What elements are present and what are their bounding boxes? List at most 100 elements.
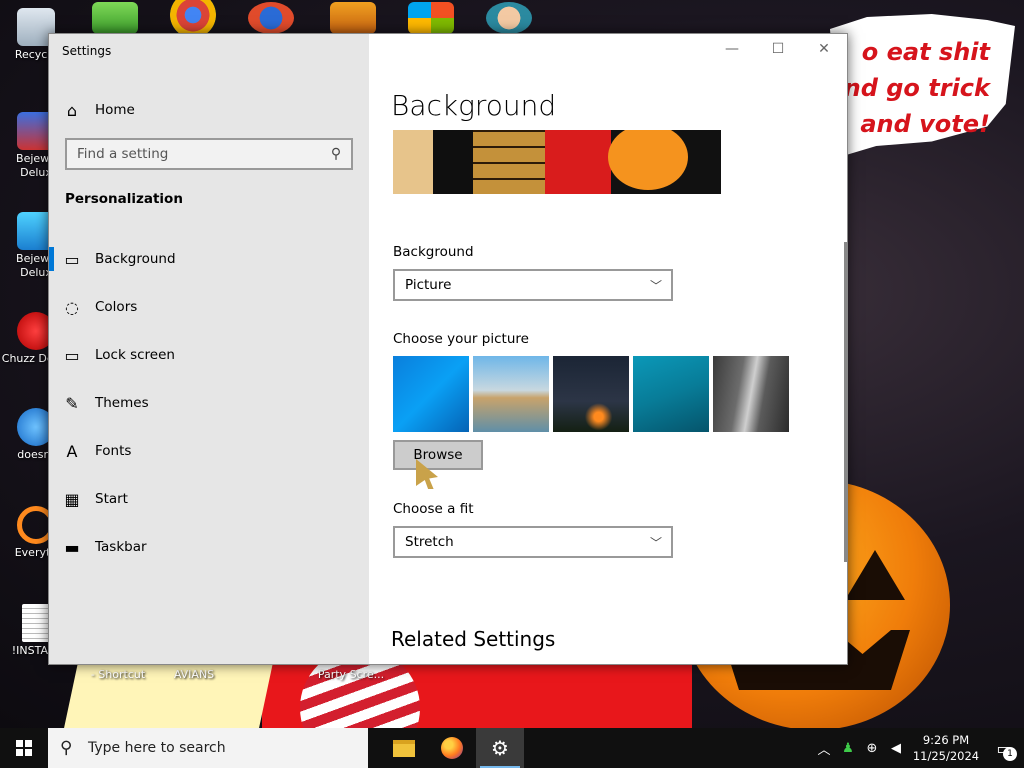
maximize-button[interactable]: ☐ [755, 34, 801, 64]
background-label: Background [393, 244, 474, 260]
nav-home[interactable]: ⌂ Home [49, 92, 369, 128]
sidebar-item-label: Taskbar [95, 539, 147, 555]
palette-icon: ◌ [65, 297, 79, 317]
taskbar-search[interactable]: ⚲ Type here to search [48, 728, 368, 768]
sidebar-item-lock-screen[interactable]: ▭ Lock screen [49, 335, 369, 375]
taskbar: ⚲ Type here to search ⚙ ︿ ♟ ⊕ ◀ 9:26 PM … [0, 728, 1024, 768]
picture-thumbnail[interactable] [553, 356, 629, 432]
preview-pumpkin [608, 130, 688, 190]
settings-content: — ☐ ✕ Background Background Picture ﹀ Ch… [369, 34, 847, 664]
app-icon[interactable] [330, 2, 376, 34]
desktop-icon-label: AVIANS [173, 668, 215, 681]
background-preview [393, 130, 721, 194]
sidebar-item-colors[interactable]: ◌ Colors [49, 287, 369, 327]
volume-icon[interactable]: ◀ [884, 741, 908, 756]
clock-date: 11/25/2024 [912, 749, 980, 763]
desktop-icon-party[interactable]: Party Scre... [312, 668, 390, 682]
page-title: Background [391, 89, 557, 122]
windows-logo-icon [16, 740, 32, 756]
speech-line: and vote! [860, 110, 990, 138]
pumpkin-eye [845, 550, 905, 600]
preview-segment [545, 130, 611, 194]
picture-thumbnail[interactable] [633, 356, 709, 432]
search-icon: ⚲ [330, 146, 342, 162]
chevron-up-icon[interactable]: ︿ [812, 739, 836, 758]
selection-accent [49, 247, 54, 271]
clock-time: 9:26 PM [922, 733, 970, 747]
find-setting-search[interactable]: Find a setting ⚲ [65, 138, 353, 170]
sidebar-item-label: Themes [95, 395, 149, 411]
start-grid-icon: ▦ [64, 489, 80, 509]
notification-center-button[interactable]: ▭ 1 [984, 728, 1024, 768]
avatar-app-icon[interactable] [486, 2, 532, 34]
app-icon[interactable] [248, 2, 294, 34]
sidebar-item-label: Lock screen [95, 347, 175, 363]
start-button[interactable] [0, 728, 48, 768]
content-scrollbar[interactable] [844, 242, 847, 562]
gear-icon: ⚙ [491, 736, 509, 760]
section-title: Personalization [65, 191, 183, 207]
taskbar-search-input[interactable]: Type here to search [88, 740, 226, 756]
lock-screen-icon: ▭ [64, 345, 80, 365]
minimize-button[interactable]: — [709, 34, 755, 64]
background-picture-icon: ▭ [64, 249, 80, 269]
picture-thumbnails [393, 356, 789, 432]
sidebar-item-label: Background [95, 251, 176, 267]
sidebar-item-start[interactable]: ▦ Start [49, 479, 369, 519]
sidebar-item-background[interactable]: ▭ Background [49, 239, 369, 279]
search-input[interactable]: Find a setting [77, 146, 321, 162]
people-tray-icon[interactable]: ♟ [836, 741, 860, 756]
picture-thumbnail[interactable] [473, 356, 549, 432]
window-controls: — ☐ ✕ [709, 34, 847, 64]
background-dropdown[interactable]: Picture ﹀ [393, 269, 673, 301]
settings-sidebar: Settings ⌂ Home Find a setting ⚲ Persona… [49, 34, 369, 664]
taskbar-firefox[interactable] [428, 728, 476, 768]
sidebar-item-label: Colors [95, 299, 138, 315]
text-file-icon [22, 604, 50, 642]
chevron-down-icon: ﹀ [649, 278, 662, 293]
speech-bubble-text: o eat shit nd go trick and vote! [840, 34, 990, 142]
sidebar-item-fonts[interactable]: A Fonts [49, 431, 369, 471]
background-dropdown-value: Picture [405, 277, 452, 293]
clock[interactable]: 9:26 PM 11/25/2024 [908, 732, 984, 764]
network-globe-icon[interactable]: ⊕ [860, 741, 884, 756]
desktop-icon-shortcut[interactable]: - Shortcut [86, 668, 150, 682]
home-icon: ⌂ [66, 100, 78, 120]
related-settings-heading: Related Settings [391, 627, 556, 651]
sidebar-item-taskbar[interactable]: ▬ Taskbar [49, 527, 369, 567]
picture-thumbnail[interactable] [713, 356, 789, 432]
preview-segment [473, 130, 545, 194]
office-icon[interactable] [408, 2, 454, 34]
browse-button[interactable]: Browse [393, 440, 483, 470]
desktop-icon-avians[interactable]: AVIANS [160, 668, 228, 682]
close-button[interactable]: ✕ [801, 34, 847, 64]
settings-window: Settings ⌂ Home Find a setting ⚲ Persona… [48, 33, 848, 665]
folder-icon [393, 739, 415, 757]
fonts-icon: A [66, 441, 78, 461]
taskbar-settings[interactable]: ⚙ [476, 728, 524, 768]
sidebar-item-label: Fonts [95, 443, 132, 459]
speech-line: o eat shit [861, 38, 990, 66]
firefox-icon [441, 737, 463, 759]
fit-dropdown-value: Stretch [405, 534, 454, 550]
window-title: Settings [62, 44, 112, 58]
search-icon: ⚲ [60, 738, 73, 758]
themes-brush-icon: ✎ [65, 393, 79, 413]
preview-segment [393, 130, 433, 194]
sidebar-item-label: Start [95, 491, 128, 507]
chevron-down-icon: ﹀ [649, 535, 662, 550]
taskbar-file-explorer[interactable] [380, 728, 428, 768]
system-tray: ︿ ♟ ⊕ ◀ 9:26 PM 11/25/2024 ▭ 1 [812, 728, 1024, 768]
notification-count-badge: 1 [1003, 747, 1017, 761]
speech-line: nd go trick [843, 74, 990, 102]
nav-home-label: Home [95, 102, 135, 118]
people-app-icon[interactable] [92, 2, 138, 34]
desktop-icon-label: - Shortcut [90, 668, 146, 681]
sidebar-item-themes[interactable]: ✎ Themes [49, 383, 369, 423]
choose-fit-label: Choose a fit [393, 501, 474, 517]
picture-thumbnail[interactable] [393, 356, 469, 432]
desktop-icon-label: Party Scre... [317, 668, 385, 681]
choose-picture-label: Choose your picture [393, 331, 529, 347]
fit-dropdown[interactable]: Stretch ﹀ [393, 526, 673, 558]
taskbar-icon: ▬ [64, 537, 80, 557]
